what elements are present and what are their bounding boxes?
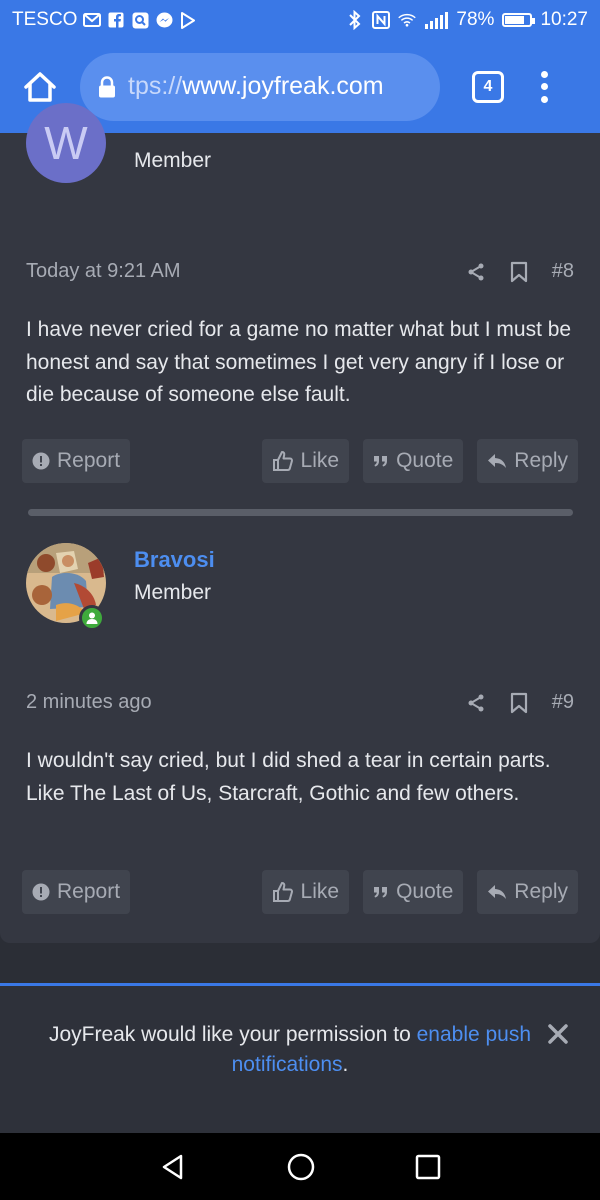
online-status-icon [79, 605, 105, 631]
back-icon[interactable] [159, 1153, 187, 1181]
tab-switcher-button[interactable]: 4 [472, 70, 504, 103]
quote-label: Quote [396, 880, 454, 903]
close-notice-button[interactable] [546, 1022, 570, 1046]
like-button[interactable]: Like [261, 870, 350, 914]
bookmark-icon[interactable] [510, 261, 528, 283]
search-app-icon [131, 11, 149, 29]
report-button[interactable]: Report [22, 439, 131, 483]
battery-icon [502, 13, 536, 27]
clock: 10:27 [540, 9, 588, 30]
mail-icon [83, 11, 102, 29]
post-divider [28, 509, 573, 516]
post-body: I have never cried for a game no matter … [26, 318, 572, 406]
url-scheme: tps:// [128, 72, 183, 100]
battery-fill [505, 16, 525, 24]
more-options-button[interactable] [534, 67, 554, 107]
home-icon [24, 71, 56, 102]
thumbs-up-icon [272, 882, 293, 902]
push-permission-text: JoyFreak would like your permission to e… [30, 1020, 550, 1080]
messenger-icon [155, 11, 173, 29]
address-bar[interactable]: tps://www.joyfreak.com [80, 52, 440, 121]
close-icon [548, 1024, 568, 1044]
reply-button[interactable]: Reply [477, 439, 578, 483]
lock-icon [99, 75, 115, 97]
username-link[interactable]: Bravosi [134, 547, 215, 573]
reply-icon [488, 454, 507, 468]
post-body: I wouldn't say cried, but I did shed a t… [26, 749, 551, 805]
quote-icon [374, 456, 388, 467]
share-icon[interactable] [466, 693, 486, 713]
post-actions: Report Like Quote Reply [22, 870, 578, 914]
thread-posts: W Member Today at 9:21 AM #8 I have neve… [0, 103, 600, 943]
post-timestamp[interactable]: 2 minutes ago [26, 691, 152, 714]
user-role: Member [134, 149, 212, 172]
bluetooth-icon [346, 10, 364, 30]
quote-icon [374, 887, 388, 898]
post-timestamp[interactable]: Today at 9:21 AM [26, 260, 181, 283]
post-meta: 2 minutes ago #9 [26, 691, 574, 714]
like-button[interactable]: Like [261, 439, 350, 483]
thumbs-up-icon [272, 451, 293, 471]
post-actions: Report Like Quote Reply [22, 439, 578, 483]
reply-label: Reply [514, 449, 568, 472]
carrier-label: TESCO [12, 9, 78, 30]
system-nav-bar [0, 1133, 600, 1200]
user-role: Member [134, 581, 212, 604]
report-button[interactable]: Report [22, 870, 131, 914]
report-label: Report [57, 880, 121, 903]
alert-icon [32, 452, 50, 470]
url-text: tps://www.joyfreak.com [128, 72, 384, 101]
reply-label: Reply [514, 880, 568, 903]
quote-label: Quote [396, 449, 454, 472]
push-permission-notice: JoyFreak would like your permission to e… [0, 983, 600, 1133]
avatar[interactable]: W [26, 103, 106, 183]
battery-percent: 78% [456, 9, 495, 30]
wifi-icon [398, 11, 417, 29]
notice-message: JoyFreak would like your permission to [48, 1023, 417, 1046]
nfc-icon [372, 11, 391, 29]
signal-icon [424, 11, 449, 29]
quote-button[interactable]: Quote [363, 439, 464, 483]
post-number[interactable]: #8 [552, 260, 574, 283]
share-icon[interactable] [466, 262, 486, 282]
recent-apps-icon[interactable] [415, 1154, 441, 1180]
reply-button[interactable]: Reply [477, 870, 578, 914]
reply-icon [488, 885, 507, 899]
status-bar: TESCO 78% 10:27 [0, 0, 600, 40]
post-number[interactable]: #9 [552, 691, 574, 714]
quote-button[interactable]: Quote [363, 870, 464, 914]
notice-period: . [342, 1053, 349, 1076]
facebook-icon [107, 11, 125, 29]
bookmark-icon[interactable] [510, 692, 528, 714]
play-store-icon [179, 11, 197, 29]
like-label: Like [300, 449, 340, 472]
report-label: Report [57, 449, 121, 472]
url-host: www.joyfreak.com [182, 72, 384, 100]
like-label: Like [300, 880, 340, 903]
post-meta: Today at 9:21 AM #8 [26, 260, 574, 283]
home-nav-icon[interactable] [286, 1152, 316, 1182]
alert-icon [32, 883, 50, 901]
